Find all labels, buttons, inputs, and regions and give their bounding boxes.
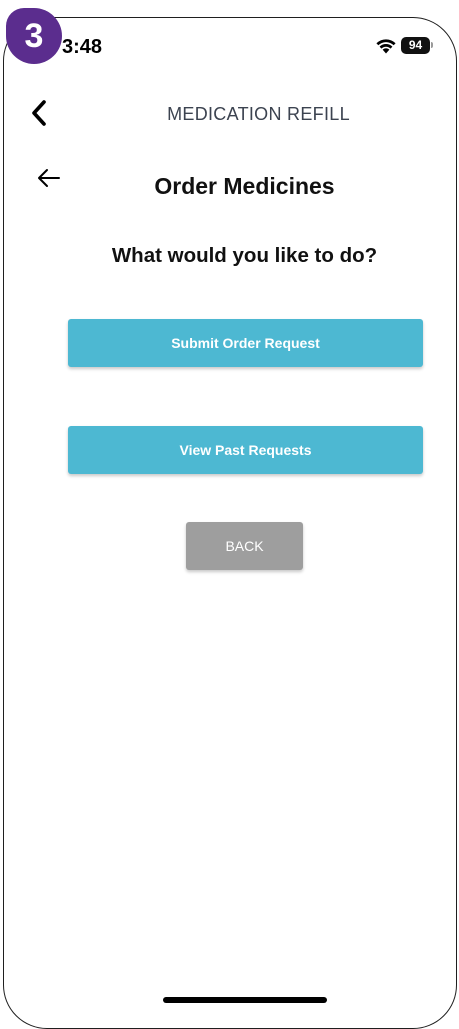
page-title: Order Medicines [154,173,335,199]
nav-title: MEDICATION REFILL [167,104,350,124]
battery-indicator: 94 [401,37,430,54]
home-indicator[interactable] [163,997,327,1003]
back-button[interactable]: BACK [186,522,303,570]
view-past-requests-button[interactable]: View Past Requests [68,426,423,474]
question-text: What would you like to do? [111,244,378,267]
submit-order-request-button[interactable]: Submit Order Request [68,319,423,367]
step-badge: 3 [6,8,62,64]
wifi-icon [376,39,396,54]
status-time: 3:48 [62,36,103,58]
